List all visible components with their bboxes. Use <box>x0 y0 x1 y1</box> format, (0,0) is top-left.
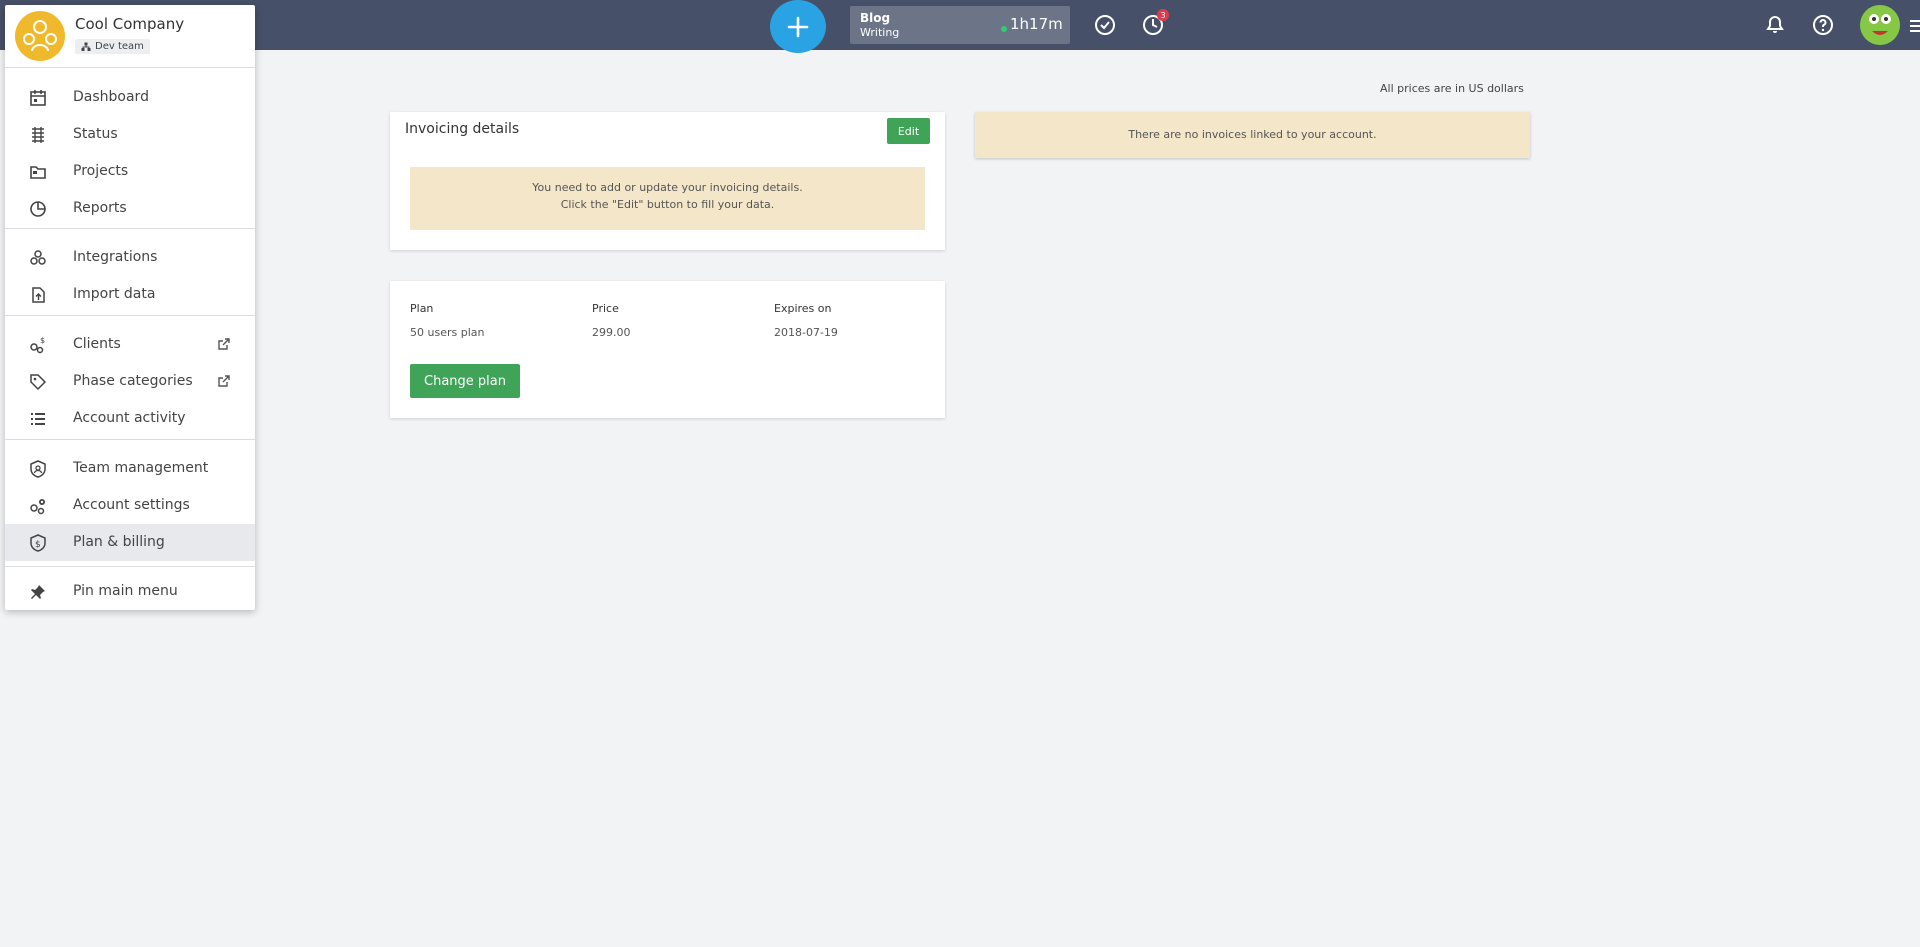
price-value: 299.00 <box>592 326 631 339</box>
settings-icon <box>30 499 45 515</box>
company-logo <box>15 11 65 61</box>
menu-group-admin: Team management Account settings $ Plan … <box>5 450 255 561</box>
menu-group-data: Integrations Import data <box>5 239 255 313</box>
menu-item-label: Account activity <box>73 410 186 426</box>
warning-line-2: Click the "Edit" button to fill your dat… <box>560 198 775 211</box>
menu-item-label: Dashboard <box>73 89 149 105</box>
menu-item-label: Integrations <box>73 249 158 265</box>
plan-header: Plan <box>410 302 434 315</box>
edit-button[interactable]: Edit <box>887 118 930 144</box>
company-name: Cool Company <box>75 15 185 33</box>
menu-item-label: Import data <box>73 286 156 302</box>
top-bar: Blog Writing 1h17m 3 <box>0 0 1920 53</box>
check-circle-icon[interactable] <box>1093 13 1117 37</box>
folder-icon <box>30 166 46 179</box>
menu-group-main: Dashboard Status Projects Reports <box>5 79 255 227</box>
external-link-icon[interactable] <box>217 338 230 351</box>
svg-text:$: $ <box>40 336 45 345</box>
add-button[interactable] <box>770 0 826 53</box>
menu-item-account-settings[interactable]: Account settings <box>5 487 255 524</box>
menu-item-label: Team management <box>73 460 209 476</box>
plan-card: Plan Price Expires on 50 users plan 299.… <box>390 281 945 418</box>
currency-note: All prices are in US dollars <box>1380 82 1524 95</box>
price-header: Price <box>592 302 619 315</box>
user-avatar[interactable] <box>1860 5 1900 45</box>
help-icon[interactable] <box>1811 13 1835 37</box>
integrations-icon <box>30 250 46 265</box>
menu-item-label: Reports <box>73 200 127 216</box>
timer-task-subtitle: Writing <box>860 26 900 39</box>
invoicing-title: Invoicing details <box>405 121 520 137</box>
clients-icon: $ <box>30 336 45 354</box>
clock-badge: 3 <box>1157 9 1169 21</box>
main-menu: Cool Company Dev team Dashboard Status P… <box>5 5 255 610</box>
menu-item-label: Pin main menu <box>73 583 178 599</box>
menu-item-reports[interactable]: Reports <box>5 190 255 227</box>
menu-divider <box>5 315 255 316</box>
change-plan-button[interactable]: Change plan <box>410 364 520 398</box>
menu-item-account-activity[interactable]: Account activity <box>5 400 255 437</box>
menu-item-dashboard[interactable]: Dashboard <box>5 79 255 116</box>
menu-item-label: Plan & billing <box>73 534 165 550</box>
menu-divider <box>5 228 255 229</box>
menu-group-pin: Pin main menu <box>5 573 255 610</box>
menu-item-team-management[interactable]: Team management <box>5 450 255 487</box>
team-name: Dev team <box>95 41 144 52</box>
menu-group-account: $ Clients Phase categories Account activ… <box>5 326 255 437</box>
menu-item-label: Projects <box>73 163 129 179</box>
invoicing-warning: You need to add or update your invoicing… <box>410 167 925 230</box>
menu-item-clients[interactable]: $ Clients <box>5 326 255 363</box>
menu-item-label: Clients <box>73 336 121 352</box>
menu-item-pin-main-menu[interactable]: Pin main menu <box>5 573 255 610</box>
timer-task-title: Blog <box>860 11 891 25</box>
team-icon <box>81 42 91 51</box>
menu-item-label: Account settings <box>73 497 190 513</box>
tag-icon <box>30 374 47 391</box>
list-icon <box>31 413 45 425</box>
company-header[interactable]: Cool Company Dev team <box>5 5 255 68</box>
menu-icon[interactable] <box>1910 18 1920 32</box>
timer-time: 1h17m <box>1010 15 1063 33</box>
timer-running-dot <box>1001 26 1007 32</box>
import-icon <box>32 287 45 303</box>
status-icon <box>32 127 44 143</box>
invoicing-details-card: Invoicing details Edit You need to add o… <box>390 112 945 250</box>
no-invoices-notice: There are no invoices linked to your acc… <box>975 112 1530 158</box>
menu-item-plan-billing[interactable]: $ Plan & billing <box>5 524 255 561</box>
external-link-icon[interactable] <box>217 375 230 388</box>
svg-text:$: $ <box>35 540 41 550</box>
shield-icon <box>30 460 46 478</box>
menu-item-phase-categories[interactable]: Phase categories <box>5 363 255 400</box>
warning-line-1: You need to add or update your invoicing… <box>532 181 803 194</box>
menu-item-label: Phase categories <box>73 373 193 389</box>
plus-icon <box>787 16 809 37</box>
team-tag[interactable]: Dev team <box>75 39 150 54</box>
expires-value: 2018-07-19 <box>774 326 838 339</box>
expires-header: Expires on <box>774 302 832 315</box>
menu-divider <box>5 439 255 440</box>
menu-item-integrations[interactable]: Integrations <box>5 239 255 276</box>
menu-item-status[interactable]: Status <box>5 116 255 153</box>
active-timer[interactable]: Blog Writing 1h17m <box>850 6 1070 44</box>
billing-icon: $ <box>30 534 46 552</box>
menu-item-projects[interactable]: Projects <box>5 153 255 190</box>
plan-value: 50 users plan <box>410 326 485 339</box>
menu-item-import-data[interactable]: Import data <box>5 276 255 313</box>
menu-divider <box>5 566 255 567</box>
menu-item-label: Status <box>73 126 118 142</box>
bell-icon[interactable] <box>1763 13 1787 37</box>
pie-chart-icon <box>30 201 46 217</box>
clock-icon[interactable]: 3 <box>1141 9 1169 37</box>
pin-icon <box>31 585 45 599</box>
calendar-icon <box>30 90 46 106</box>
